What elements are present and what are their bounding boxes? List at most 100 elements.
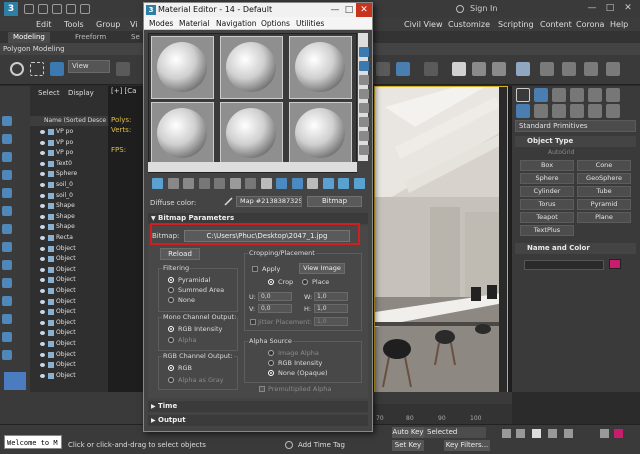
display-helpers-icon[interactable] [2, 224, 12, 234]
new-file-icon[interactable] [24, 4, 34, 14]
select-by-material-icon[interactable] [338, 178, 349, 189]
menu-help[interactable]: Help [610, 18, 628, 31]
layer-icon[interactable] [396, 62, 410, 76]
visibility-eye-icon[interactable] [40, 130, 45, 134]
h-size-field[interactable]: 1,0 [314, 304, 348, 313]
previous-frame-icon[interactable] [516, 429, 525, 438]
apply-checkbox[interactable] [252, 266, 258, 272]
display-xrefs-icon[interactable] [2, 278, 12, 288]
list-item[interactable]: Recta [30, 233, 108, 243]
tab-freeform[interactable]: Freeform [70, 32, 111, 43]
key-filters-button[interactable]: Key Filters... [444, 440, 490, 451]
object-type-rollout[interactable]: Object Type [515, 136, 636, 147]
play-icon[interactable] [532, 429, 541, 438]
menu-views[interactable]: Vi [130, 18, 138, 31]
list-item[interactable]: soil_0 [30, 180, 108, 190]
display-lights-icon[interactable] [2, 188, 12, 198]
list-item[interactable]: Object [30, 265, 108, 275]
select-region-icon[interactable] [30, 62, 44, 76]
list-item[interactable]: Shape [30, 201, 108, 211]
list-item[interactable]: Object [30, 328, 108, 338]
display-shapes-icon[interactable] [2, 170, 12, 180]
crop-radio[interactable] [268, 279, 274, 285]
list-item[interactable]: Object [30, 254, 108, 264]
list-item[interactable]: VP po [30, 127, 108, 137]
menu-content[interactable]: Content [540, 18, 572, 31]
visibility-eye-icon[interactable] [40, 342, 45, 346]
pick-from-object-icon[interactable] [353, 178, 365, 189]
jitter-field[interactable]: 1,0 [314, 317, 348, 326]
me-menu-utilities[interactable]: Utilities [296, 17, 324, 30]
visibility-eye-icon[interactable] [40, 236, 45, 240]
list-item[interactable]: Shape [30, 222, 108, 232]
video-color-check-icon[interactable] [359, 103, 369, 113]
list-item[interactable]: Object [30, 297, 108, 307]
display-hidden-icon[interactable] [2, 350, 12, 360]
me-minimize-button[interactable]: — [328, 4, 342, 16]
w-size-field[interactable]: 1,0 [314, 292, 348, 301]
menu-tools[interactable]: Tools [64, 18, 84, 31]
image-alpha-radio[interactable] [268, 350, 274, 356]
list-item[interactable]: VP po [30, 138, 108, 148]
schematic-view-icon[interactable] [492, 62, 506, 76]
display-all-icon[interactable] [2, 134, 12, 144]
eyedropper-icon[interactable] [224, 196, 234, 206]
material-sample-slot[interactable] [220, 102, 283, 165]
maxscript-listener[interactable]: Welcome to M [4, 435, 62, 449]
time-slider[interactable]: 70 80 90 100 [370, 404, 512, 424]
go-to-start-icon[interactable] [502, 429, 511, 438]
place-radio[interactable] [302, 279, 308, 285]
visibility-eye-icon[interactable] [40, 331, 45, 336]
primitive-button[interactable]: Cone [577, 160, 631, 171]
list-item[interactable]: Object [30, 371, 108, 381]
reset-map-icon[interactable] [198, 178, 210, 189]
next-frame-icon[interactable] [548, 429, 557, 438]
viewport-label[interactable]: [+] [Ca [111, 87, 136, 95]
undo-toolbar-icon[interactable] [10, 62, 24, 76]
render-cloud-icon[interactable] [606, 62, 620, 76]
zoom-icon[interactable] [600, 429, 609, 438]
list-item[interactable]: Object [30, 244, 108, 254]
list-item[interactable]: Object [30, 286, 108, 296]
go-to-parent-icon[interactable] [307, 178, 318, 189]
material-sample-slot[interactable] [151, 36, 214, 99]
material-id-icon[interactable] [260, 178, 272, 189]
visibility-eye-icon[interactable] [40, 193, 45, 198]
material-options-icon[interactable] [359, 131, 369, 141]
list-item[interactable]: soil_0 [30, 191, 108, 201]
go-to-end-icon[interactable] [564, 429, 573, 438]
put-to-library-icon[interactable] [245, 178, 256, 189]
display-tab-icon[interactable] [588, 88, 602, 102]
list-item[interactable]: Object [30, 318, 108, 328]
utilities-tab-icon[interactable] [606, 88, 620, 102]
align-icon[interactable] [376, 62, 390, 76]
autogrid-checkbox[interactable]: AutoGrid [548, 149, 575, 156]
time-rollout[interactable]: ▶ Time [148, 401, 368, 412]
display-bones-icon[interactable] [2, 296, 12, 306]
list-item[interactable]: VP po [30, 148, 108, 158]
lights-icon[interactable] [552, 104, 566, 118]
me-menu-modes[interactable]: Modes [149, 17, 173, 30]
visibility-eye-icon[interactable] [40, 352, 45, 357]
mono-rgb-intensity-radio[interactable] [168, 326, 174, 332]
explorer-tab-display[interactable]: Display [68, 89, 94, 97]
rgb-output-radio[interactable] [168, 365, 174, 371]
display-geometry-icon[interactable] [2, 152, 12, 162]
tab-selection[interactable]: Se [126, 32, 145, 43]
show-end-result-icon[interactable] [291, 178, 303, 189]
redo-icon[interactable] [80, 4, 90, 14]
assign-to-selection-icon[interactable] [183, 178, 194, 189]
set-key-button[interactable]: Set Key [392, 440, 424, 451]
me-close-button[interactable]: ✕ [356, 3, 372, 17]
explorer-column-header[interactable]: Name (Sorted Desce [30, 116, 108, 126]
filter-none-radio[interactable] [168, 297, 174, 303]
material-sample-slot[interactable] [289, 36, 352, 99]
list-item[interactable]: Object [30, 275, 108, 285]
visibility-eye-icon[interactable] [40, 172, 45, 177]
layer-explorer-icon[interactable] [4, 372, 26, 390]
jitter-checkbox[interactable] [250, 319, 256, 325]
primitive-button[interactable]: Torus [520, 199, 574, 210]
material-editor-icon[interactable] [516, 62, 530, 76]
geometry-icon[interactable] [516, 104, 530, 118]
select-object-icon[interactable] [50, 62, 64, 76]
